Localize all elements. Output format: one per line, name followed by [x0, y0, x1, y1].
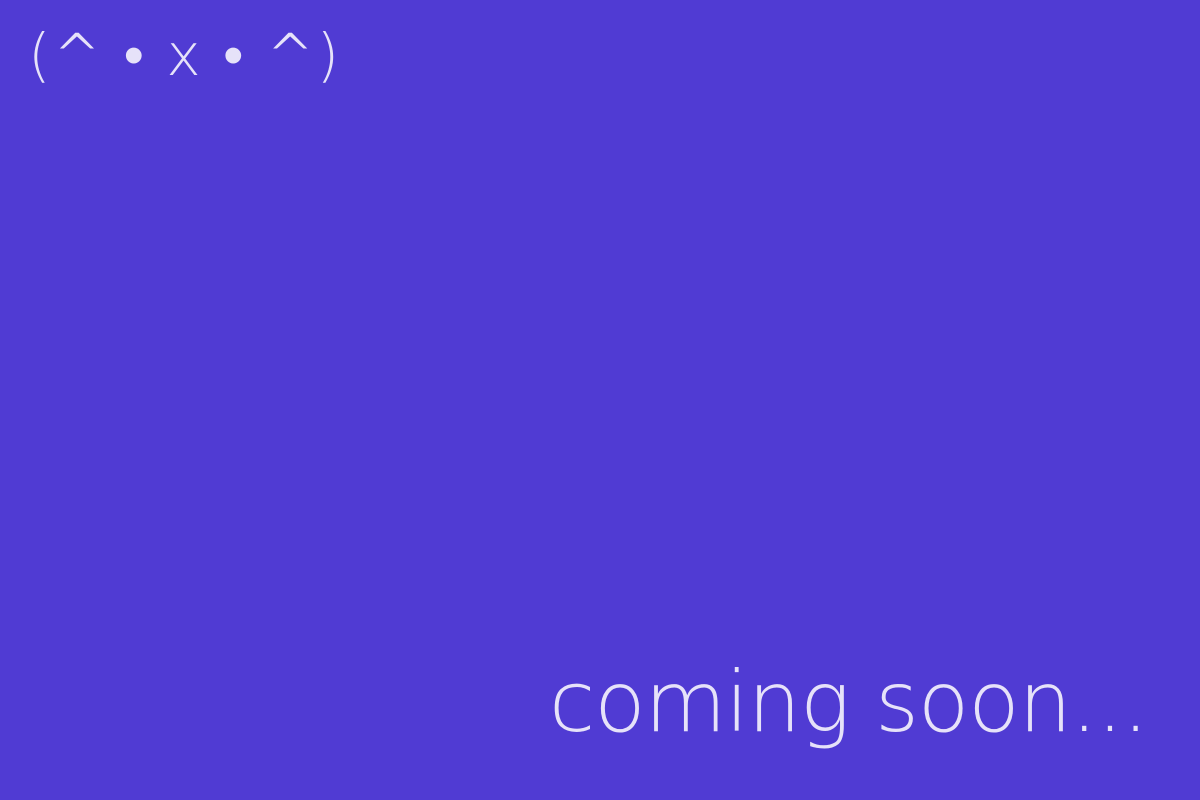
site-logo: (^ • x • ^) [28, 21, 342, 89]
coming-soon-message: coming soon... [549, 653, 1149, 751]
coming-soon-page: (^ • x • ^) coming soon... [0, 0, 1200, 800]
